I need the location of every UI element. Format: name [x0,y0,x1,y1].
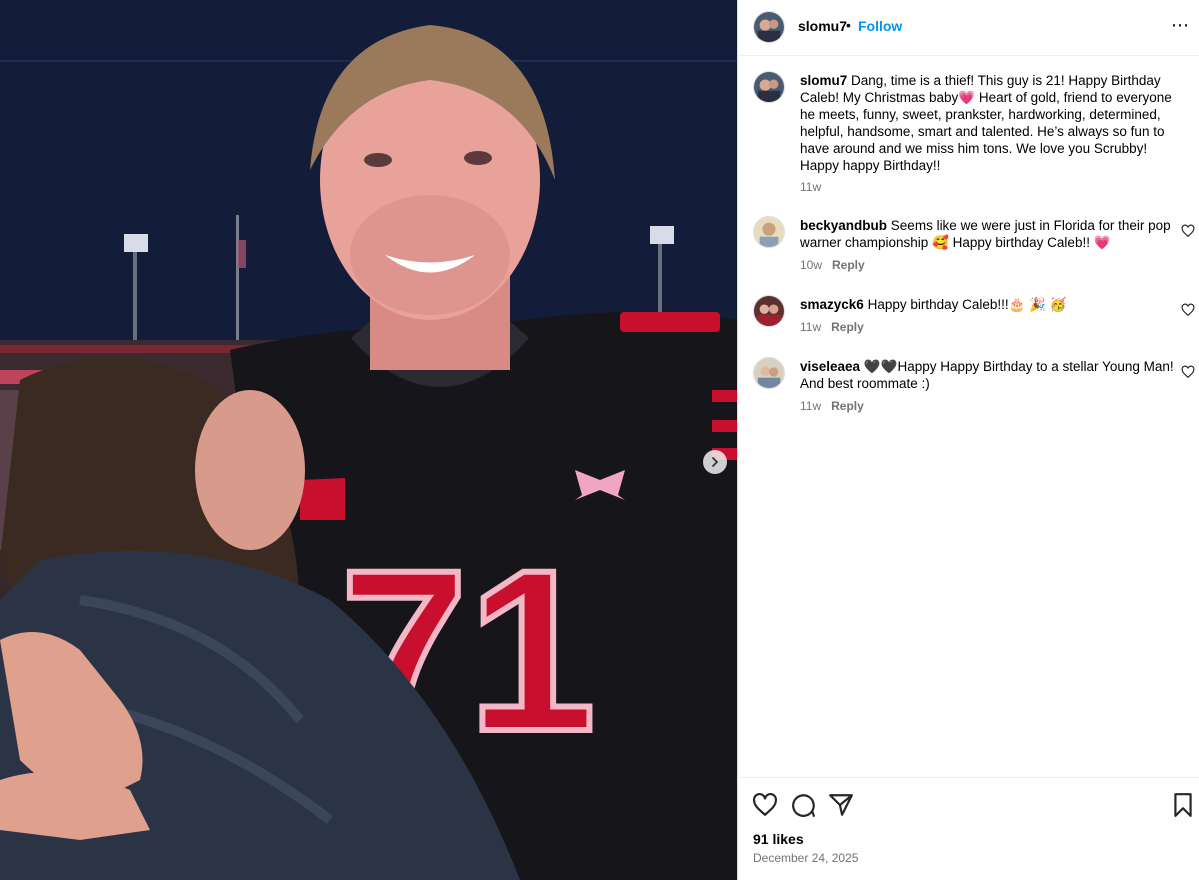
chevron-right-icon [712,457,718,467]
comment-meta: 11w Reply [800,320,864,334]
post-caption: slomu7 Dang, time is a thief! This guy i… [753,71,1183,196]
comment-body: beckyandbub Seems like we were just in F… [800,217,1178,251]
like-comment-heart-icon[interactable] [1181,303,1195,317]
more-options-icon[interactable]: ⋯ [1171,16,1190,34]
next-photo-button[interactable] [703,450,727,474]
comment-item: beckyandbub Seems like we were just in F… [753,216,1195,276]
caption-username[interactable]: slomu7 [800,73,847,88]
comment-text: Happy birthday Caleb!!!🎂 🎉 🥳 [867,297,1067,312]
comment-time[interactable]: 10w [800,258,822,272]
comment-bubble-icon[interactable] [790,792,816,818]
follow-button[interactable]: Follow [858,18,902,34]
reply-button[interactable]: Reply [831,320,864,334]
comment-time[interactable]: 11w [800,320,821,334]
post-sidebar: slomu7 • Follow ⋯ slomu7 Dang, time is a… [737,0,1199,880]
comment-meta: 11w Reply [800,399,864,413]
comment-avatar[interactable] [753,216,785,248]
post-header: slomu7 • Follow ⋯ [738,0,1199,56]
like-comment-heart-icon[interactable] [1181,365,1195,379]
comment-item: smazyck6 Happy birthday Caleb!!!🎂 🎉 🥳 11… [753,295,1195,340]
header-separator: • [846,17,851,33]
comment-body: smazyck6 Happy birthday Caleb!!!🎂 🎉 🥳 [800,296,1178,313]
photo-illustration: 71 [0,0,737,880]
comment-username[interactable]: smazyck6 [800,297,864,312]
comment-avatar[interactable] [753,357,785,389]
reply-button[interactable]: Reply [831,399,864,413]
comment-meta: 10w Reply [800,258,865,272]
caption-avatar[interactable] [753,71,785,103]
comment-time[interactable]: 11w [800,399,821,413]
post-photo[interactable]: 71 [0,0,737,880]
like-heart-icon[interactable] [752,792,778,818]
author-username[interactable]: slomu7 [798,18,847,34]
post-actions: 91 likes December 24, 2025 [738,777,1199,880]
comment-body: viseleaea 🖤🖤Happy Happy Birthday to a st… [800,358,1178,392]
author-avatar[interactable] [753,11,785,43]
post-date[interactable]: December 24, 2025 [753,851,858,865]
share-send-icon[interactable] [828,792,854,818]
caption-text: Dang, time is a thief! This guy is 21! H… [800,73,1172,173]
like-comment-heart-icon[interactable] [1181,224,1195,238]
comment-item: viseleaea 🖤🖤Happy Happy Birthday to a st… [753,357,1195,417]
reply-button[interactable]: Reply [832,258,865,272]
comment-username[interactable]: viseleaea [800,359,860,374]
likes-count[interactable]: 91 likes [753,831,804,847]
caption-meta: 11w [800,180,821,194]
comment-username[interactable]: beckyandbub [800,218,887,233]
save-bookmark-icon[interactable] [1170,792,1196,818]
caption-body: slomu7 Dang, time is a thief! This guy i… [800,72,1178,174]
comment-avatar[interactable] [753,295,785,327]
caption-time[interactable]: 11w [800,180,821,194]
